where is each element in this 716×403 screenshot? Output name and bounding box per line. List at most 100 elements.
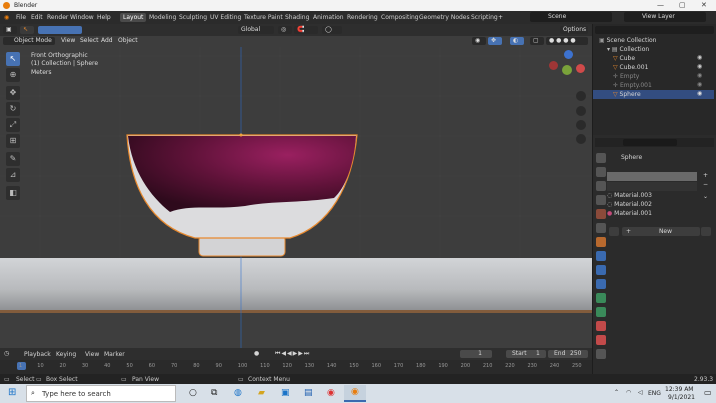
add-slot-button[interactable]: + (703, 172, 708, 179)
visibility-eye-icon[interactable]: ◉ (697, 81, 702, 88)
annotate-tool-icon[interactable]: ✎ (6, 152, 20, 166)
proportional-edit-icon[interactable]: ◯ (322, 26, 342, 34)
close-button[interactable]: ✕ (701, 1, 707, 9)
tab-modeling[interactable]: Modeling (146, 13, 179, 22)
file-explorer-icon[interactable]: ▰ (258, 388, 265, 398)
viewport-canvas[interactable] (0, 36, 592, 348)
output-tab-icon[interactable] (596, 181, 606, 191)
visibility-eye-icon[interactable]: ◉ (697, 54, 702, 61)
viewport-menu-object[interactable]: Object (115, 37, 141, 45)
add-cube-tool-icon[interactable]: ◧ (6, 186, 20, 200)
remove-slot-button[interactable]: − (703, 181, 708, 188)
timeline-menu-keying[interactable]: Keying (56, 351, 76, 358)
constraints-tab-icon[interactable] (596, 293, 606, 303)
mode-select[interactable]: Object Mode (3, 37, 55, 45)
clock-date[interactable]: 9/1/2021 (668, 394, 695, 401)
material-slot-3[interactable]: ◌ Material.003 (607, 191, 695, 200)
select-mode-icon[interactable]: ↖ (20, 26, 34, 34)
pan-hand-icon[interactable] (576, 106, 586, 116)
current-frame-field[interactable]: 1 (460, 350, 492, 358)
gizmo-neg-x-icon[interactable] (576, 64, 585, 73)
gizmo-z-axis-icon[interactable] (564, 50, 573, 59)
view-layer-selector[interactable]: View Layer (624, 12, 706, 22)
editor-type-icon[interactable]: ▣ (3, 26, 17, 34)
bowl-foot[interactable] (198, 235, 286, 257)
wifi-icon[interactable]: ◠ (626, 389, 631, 396)
3d-viewport[interactable]: Front Orthographic (1) Collection | Sphe… (0, 36, 592, 348)
tray-chevron-icon[interactable]: ⌃ (614, 389, 619, 396)
slot-specials-icon[interactable]: ⌄ (703, 193, 708, 200)
measure-tool-icon[interactable]: ⊿ (6, 168, 20, 182)
menu-window[interactable]: Window (70, 14, 94, 21)
notifications-icon[interactable]: ▭ (704, 388, 712, 397)
render-tab-icon[interactable] (596, 167, 606, 177)
data-tab-icon[interactable] (596, 307, 606, 317)
volume-icon[interactable]: ◁ (638, 389, 643, 396)
menu-help[interactable]: Help (97, 14, 111, 21)
timeline-area[interactable] (0, 360, 592, 374)
blender-menu-icon[interactable]: ◉ (4, 14, 9, 21)
viewport-menu-view[interactable]: View (58, 37, 78, 45)
new-material-button[interactable]: + New (622, 227, 700, 236)
tab-sculpting[interactable]: Sculpting (176, 13, 210, 22)
gizmo-x-axis-icon[interactable] (549, 61, 558, 70)
cortana-icon[interactable]: ○ (189, 388, 197, 398)
outliner-item-sphere[interactable]: ▽ Sphere (593, 90, 714, 99)
shader-tab-icon[interactable] (596, 349, 606, 359)
world-tab-icon[interactable] (596, 223, 606, 233)
store-icon[interactable]: ▣ (281, 388, 290, 398)
menu-render[interactable]: Render (47, 14, 68, 21)
playback-controls-icon[interactable]: ⏮◀◀▶▶⏭ (275, 350, 310, 358)
scene-selector[interactable]: Scene (530, 12, 612, 22)
tab-scripting[interactable]: Scripting (468, 13, 501, 22)
material-slot-selected[interactable] (607, 172, 697, 181)
link-icon[interactable] (701, 227, 711, 236)
object-tab-icon[interactable] (596, 237, 606, 247)
chrome-icon[interactable]: ◉ (327, 388, 335, 398)
cursor-tool-icon[interactable]: ⊕ (6, 68, 20, 82)
tool-tab-icon[interactable] (596, 153, 606, 163)
tab-uv-editing[interactable]: UV Editing (207, 13, 244, 22)
view-layer-tab-icon[interactable] (596, 195, 606, 205)
end-frame-field[interactable]: End 250 (548, 350, 588, 358)
rotate-tool-icon[interactable]: ↻ (6, 102, 20, 116)
scene-tab-icon[interactable] (596, 209, 606, 219)
language-indicator[interactable]: ENG (648, 390, 661, 397)
browse-material-icon[interactable] (609, 227, 619, 236)
properties-search-input[interactable] (623, 139, 677, 146)
material-slot-empty[interactable] (607, 182, 697, 191)
particles-tab-icon[interactable] (596, 265, 606, 275)
tab-rendering[interactable]: Rendering (344, 13, 381, 22)
visibility-icon[interactable]: ◉ (472, 37, 486, 45)
timeline-menu-marker[interactable]: Marker (104, 351, 125, 358)
clock-time[interactable]: 12:39 AM (665, 386, 693, 393)
camera-view-icon[interactable] (576, 120, 586, 130)
timeline-menu-playback[interactable]: Playback (24, 351, 51, 358)
record-icon[interactable]: ● (254, 350, 259, 357)
options-button[interactable]: Options (560, 26, 588, 34)
visibility-eye-icon[interactable]: ◉ (697, 72, 702, 79)
select-box-tool-icon[interactable]: ↖ (6, 52, 20, 66)
move-tool-icon[interactable]: ✥ (6, 86, 20, 100)
menu-file[interactable]: File (16, 14, 26, 21)
xray-icon[interactable]: ▢ (530, 37, 544, 45)
add-workspace-button[interactable]: + (498, 14, 503, 21)
viewport-menu-add[interactable]: Add (98, 37, 116, 45)
word-icon[interactable]: ▤ (304, 388, 313, 398)
modifier-tab-icon[interactable] (596, 251, 606, 261)
material-slot-1[interactable]: ● Material.001 (607, 209, 695, 218)
zoom-icon[interactable] (576, 91, 586, 101)
texture-tab-icon[interactable] (596, 335, 606, 345)
shading-modes-icon[interactable]: ● ● ● ● (546, 37, 588, 45)
task-view-icon[interactable]: ⧉ (211, 388, 217, 398)
scale-tool-icon[interactable]: ⤢ (6, 118, 20, 132)
maximize-button[interactable]: ▢ (679, 1, 686, 9)
tab-geometry-nodes[interactable]: Geometry Nodes (416, 13, 473, 22)
perspective-grid-icon[interactable] (576, 134, 586, 144)
pivot-icon[interactable]: ◎ (278, 26, 292, 34)
transform-tool-icon[interactable]: ⊞ (6, 134, 20, 148)
tab-animation[interactable]: Animation (310, 13, 347, 22)
taskbar-search[interactable]: ⌕ Type here to search (26, 385, 176, 402)
tab-shading[interactable]: Shading (282, 13, 312, 22)
tab-texture-paint[interactable]: Texture Paint (241, 13, 286, 22)
